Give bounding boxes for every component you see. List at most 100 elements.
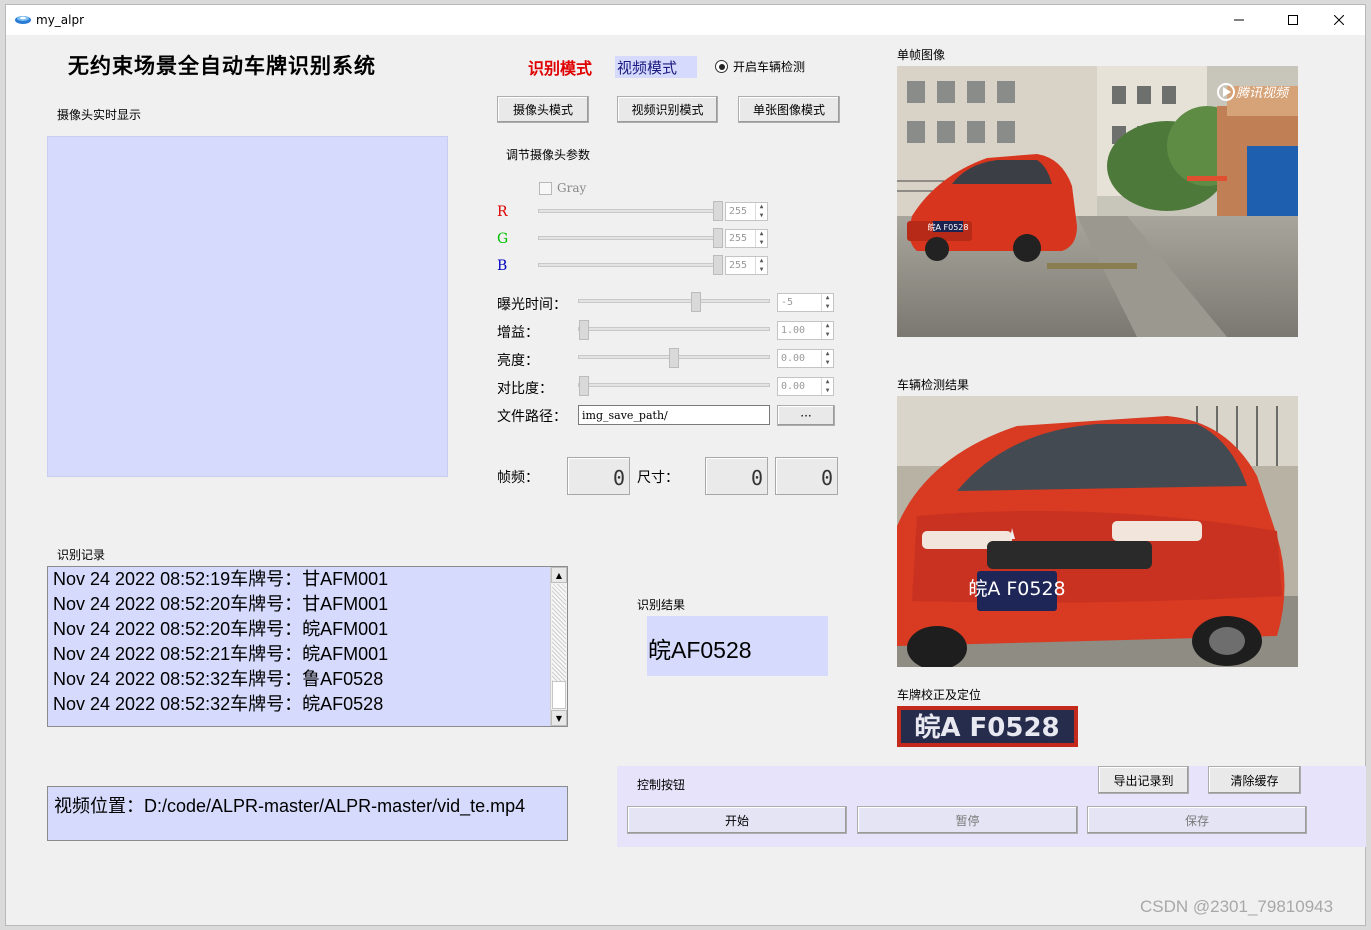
spin-down-icon[interactable]: ▼: [822, 303, 833, 312]
log-list: Nov 24 2022 08:52:19车牌号：甘AFM001 Nov 24 20…: [48, 567, 567, 717]
contrast-spinbox[interactable]: 0.00 ▲ ▼: [777, 377, 834, 396]
log-entry-prefix: 车牌号：: [230, 669, 303, 690]
minimize-icon: [1234, 19, 1244, 21]
file-path-input[interactable]: img_save_path/: [578, 405, 770, 425]
frame-rate-value: 0: [612, 466, 625, 490]
log-entry[interactable]: Nov 24 2022 08:52:20车牌号：甘AFM001: [48, 592, 567, 617]
width-value: 0: [750, 466, 763, 490]
recognition-mode-value: 视频模式: [615, 56, 697, 78]
channel-g-slider[interactable]: [538, 236, 723, 240]
pause-button[interactable]: 暂停: [857, 806, 1078, 834]
camera-section-label: 摄像头实时显示: [57, 108, 142, 122]
log-entry-prefix: 车牌号：: [230, 644, 303, 665]
camera-mode-button[interactable]: 摄像头模式: [497, 96, 589, 123]
brightness-slider-thumb[interactable]: [669, 348, 679, 368]
contrast-slider-thumb[interactable]: [579, 376, 589, 396]
video-mode-button[interactable]: 视频识别模式: [617, 96, 718, 123]
radio-checked-icon[interactable]: [715, 60, 728, 73]
log-entry-time: Nov 24 2022 08:52:32: [53, 669, 231, 689]
height-value: 0: [820, 466, 833, 490]
start-button[interactable]: 开始: [627, 806, 847, 834]
channel-b-slider-thumb[interactable]: [713, 255, 723, 275]
main-title: 无约束场景全自动车牌识别系统: [68, 53, 376, 78]
scroll-thumb[interactable]: [552, 681, 566, 709]
frame-rate-display: 0: [567, 457, 630, 495]
brightness-spinbox[interactable]: 0.00 ▲ ▼: [777, 349, 834, 368]
clear-cache-button[interactable]: 清除缓存: [1208, 766, 1301, 794]
spin-down-icon[interactable]: ▼: [756, 266, 767, 275]
exposure-label: 曝光时间：: [497, 297, 567, 313]
channel-g-label: G: [497, 231, 509, 247]
channel-b-label: B: [497, 258, 508, 274]
spin-up-icon[interactable]: ▲: [756, 257, 767, 266]
result-display: 皖AF0528: [647, 616, 828, 676]
exposure-slider[interactable]: [578, 299, 770, 303]
channel-g-spinbox[interactable]: 255 ▲ ▼: [725, 229, 768, 248]
log-entry-time: Nov 24 2022 08:52:20: [53, 594, 231, 614]
close-button[interactable]: [1316, 5, 1362, 35]
brightness-value: 0.00: [781, 353, 806, 364]
recognition-log[interactable]: Nov 24 2022 08:52:19车牌号：甘AFM001 Nov 24 20…: [47, 566, 568, 727]
contrast-label: 对比度：: [497, 381, 553, 397]
channel-g-slider-thumb[interactable]: [713, 228, 723, 248]
spin-up-icon[interactable]: ▲: [756, 203, 767, 212]
image-mode-button[interactable]: 单张图像模式: [738, 96, 840, 123]
detection-image-label: 车辆检测结果: [897, 378, 970, 392]
log-entry[interactable]: Nov 24 2022 08:52:32车牌号：皖AF0528: [48, 692, 567, 717]
vehicle-detect-radio[interactable]: 开启车辆检测: [715, 58, 805, 75]
log-entry[interactable]: Nov 24 2022 08:52:21车牌号：皖AFM001: [48, 642, 567, 667]
log-entry-prefix: 车牌号：: [230, 594, 303, 615]
log-scrollbar[interactable]: ▲ ▼: [550, 567, 567, 726]
spin-down-icon[interactable]: ▼: [822, 359, 833, 368]
spin-up-icon[interactable]: ▲: [822, 378, 833, 387]
app-window: my_alpr 无约束场景全自动车牌识别系统 摄像头实时显示 识别模式 视频模式…: [5, 4, 1366, 926]
export-records-button[interactable]: 导出记录到: [1098, 766, 1189, 794]
spin-up-icon[interactable]: ▲: [756, 230, 767, 239]
gain-slider[interactable]: [578, 327, 770, 331]
gray-checkbox[interactable]: [539, 182, 552, 195]
gain-slider-thumb[interactable]: [579, 320, 589, 340]
height-display: 0: [775, 457, 838, 495]
title-bar[interactable]: my_alpr: [6, 5, 1365, 35]
channel-b-slider[interactable]: [538, 263, 723, 267]
video-path: D:/code/ALPR-master/ALPR-master/vid_te.m…: [144, 796, 526, 816]
spin-down-icon[interactable]: ▼: [822, 331, 833, 340]
channel-r-spinbox[interactable]: 255 ▲ ▼: [725, 202, 768, 221]
log-section-label: 识别记录: [57, 548, 106, 562]
log-entry[interactable]: Nov 24 2022 08:52:19车牌号：甘AFM001: [48, 567, 567, 592]
exposure-spinbox[interactable]: -5 ▲ ▼: [777, 293, 834, 312]
scroll-down-icon[interactable]: ▼: [551, 710, 567, 726]
maximize-button[interactable]: [1270, 5, 1316, 35]
exposure-slider-thumb[interactable]: [691, 292, 701, 312]
spin-down-icon[interactable]: ▼: [756, 212, 767, 221]
detection-plate-text: 皖A F0528: [968, 578, 1065, 600]
app-logo-icon: [15, 16, 31, 24]
channel-r-slider[interactable]: [538, 209, 723, 213]
gray-label: Gray: [557, 181, 587, 195]
log-entry[interactable]: Nov 24 2022 08:52:20车牌号：皖AFM001: [48, 617, 567, 642]
frame-image: 皖A F0528 腾讯视频: [897, 66, 1298, 337]
vehicle-detect-label: 开启车辆检测: [733, 60, 806, 74]
channel-b-spinbox[interactable]: 255 ▲ ▼: [725, 256, 768, 275]
channel-r-slider-thumb[interactable]: [713, 201, 723, 221]
plate-crop-label: 车牌校正及定位: [897, 688, 982, 702]
spin-down-icon[interactable]: ▼: [756, 239, 767, 248]
spin-down-icon[interactable]: ▼: [822, 387, 833, 396]
csdn-watermark: CSDN @2301_79810943: [1140, 897, 1334, 916]
log-entry-prefix: 车牌号：: [230, 569, 303, 590]
save-button[interactable]: 保存: [1087, 806, 1307, 834]
log-entry[interactable]: Nov 24 2022 08:52:32车牌号：鲁AF0528: [48, 667, 567, 692]
minimize-button[interactable]: [1216, 5, 1262, 35]
scroll-up-icon[interactable]: ▲: [551, 567, 567, 583]
spin-up-icon[interactable]: ▲: [822, 350, 833, 359]
gain-label: 增益：: [497, 325, 539, 341]
spin-up-icon[interactable]: ▲: [822, 294, 833, 303]
log-entry-time: Nov 24 2022 08:52:19: [53, 569, 231, 589]
gain-spinbox[interactable]: 1.00 ▲ ▼: [777, 321, 834, 340]
browse-button[interactable]: ···: [777, 405, 835, 426]
scroll-track[interactable]: [552, 584, 566, 681]
spin-up-icon[interactable]: ▲: [822, 322, 833, 331]
contrast-slider[interactable]: [578, 383, 770, 387]
frame-watermark: 腾讯视频: [1236, 86, 1290, 101]
recognition-mode-label: 识别模式: [528, 59, 593, 78]
